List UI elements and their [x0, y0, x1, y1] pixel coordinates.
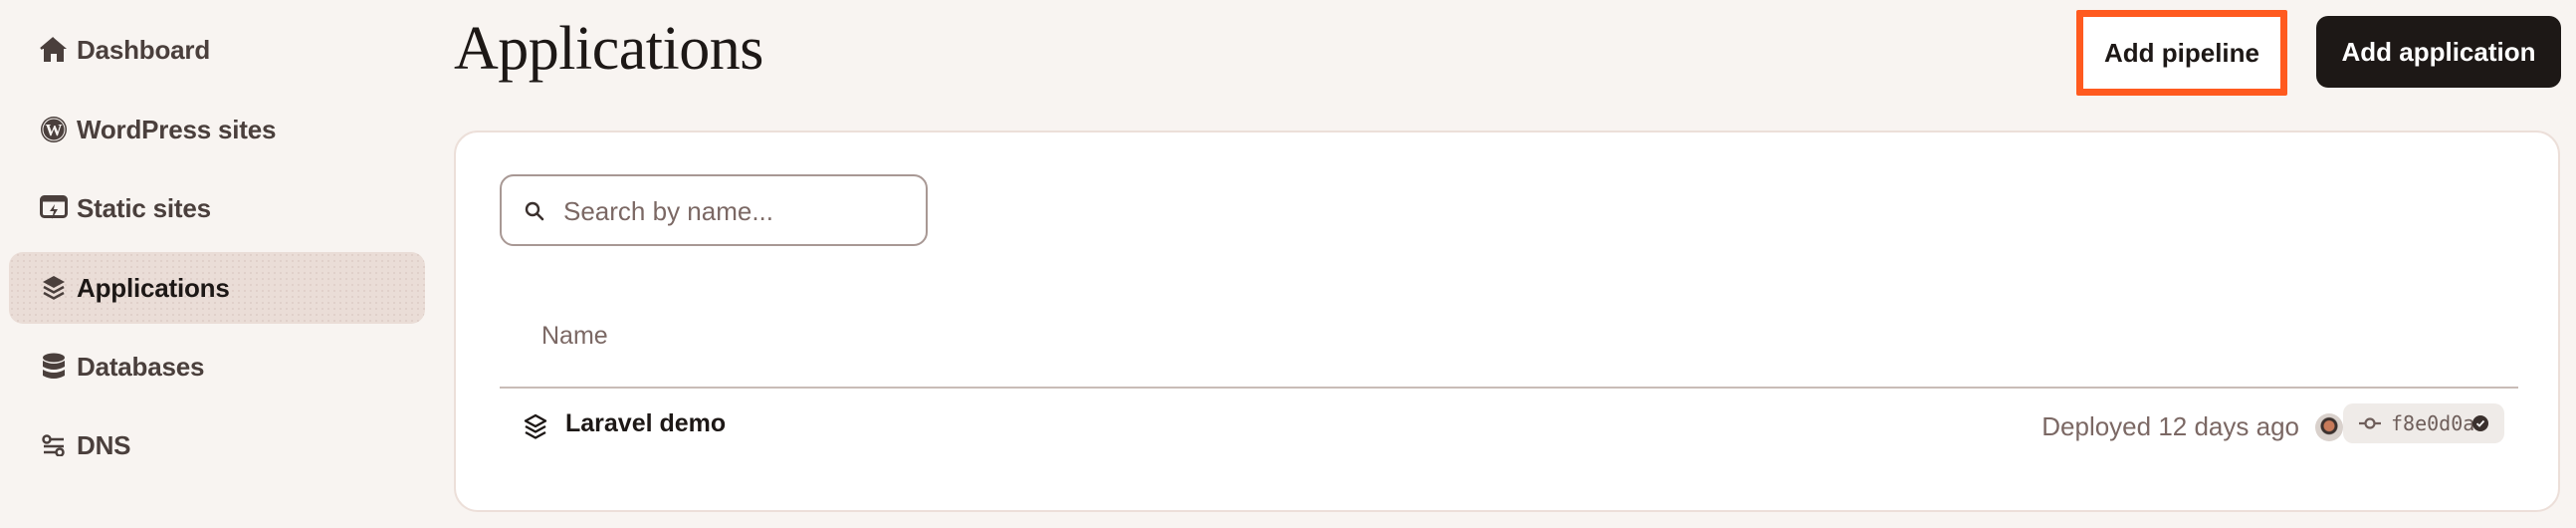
verified-check-icon — [2472, 415, 2488, 431]
static-site-icon — [40, 194, 68, 222]
sidebar-item-label: DNS — [77, 429, 131, 460]
sidebar-item-label: Applications — [77, 272, 230, 303]
sidebar-item-label: Databases — [77, 351, 205, 382]
commit-badge[interactable]: f8e0d0a — [2343, 403, 2504, 443]
deployed-time: Deployed 12 days ago — [2041, 411, 2299, 441]
avatar — [2315, 413, 2343, 441]
search-field[interactable] — [500, 174, 928, 246]
sidebar: Dashboard W WordPress sites Static sites… — [0, 0, 438, 528]
sidebar-item-applications[interactable]: Applications — [9, 252, 425, 324]
sidebar-item-databases[interactable]: Databases — [9, 331, 425, 402]
table-row[interactable]: Laravel demo Deployed 12 days ago f8e0d0… — [500, 390, 2518, 469]
sidebar-item-label: Static sites — [77, 192, 211, 223]
wordpress-icon: W — [40, 116, 68, 143]
commit-hash: f8e0d0a — [2391, 411, 2475, 435]
sidebar-item-label: WordPress sites — [77, 114, 277, 144]
table-divider — [500, 387, 2518, 389]
search-input[interactable] — [561, 176, 914, 246]
search-icon — [524, 200, 545, 222]
application-name-link[interactable]: Laravel demo — [565, 409, 726, 438]
svg-text:W: W — [46, 121, 63, 139]
sidebar-item-dashboard[interactable]: Dashboard — [9, 14, 425, 86]
layers-icon — [40, 274, 68, 302]
column-header-name[interactable]: Name — [541, 322, 608, 351]
add-application-button[interactable]: Add application — [2316, 16, 2561, 88]
database-icon — [40, 353, 68, 381]
layers-icon — [524, 413, 549, 441]
sidebar-item-dns[interactable]: DNS — [9, 409, 425, 481]
add-pipeline-button[interactable]: Add pipeline — [2076, 10, 2287, 96]
git-commit-icon — [2359, 416, 2381, 430]
sidebar-item-wordpress-sites[interactable]: W WordPress sites — [9, 94, 425, 165]
dns-icon — [40, 431, 68, 459]
sidebar-item-static-sites[interactable]: Static sites — [9, 172, 425, 244]
home-icon — [40, 36, 68, 64]
sidebar-item-label: Dashboard — [77, 34, 211, 65]
applications-card: Name Laravel demo Deployed 12 days ago f… — [454, 131, 2560, 512]
page-title: Applications — [454, 15, 763, 83]
